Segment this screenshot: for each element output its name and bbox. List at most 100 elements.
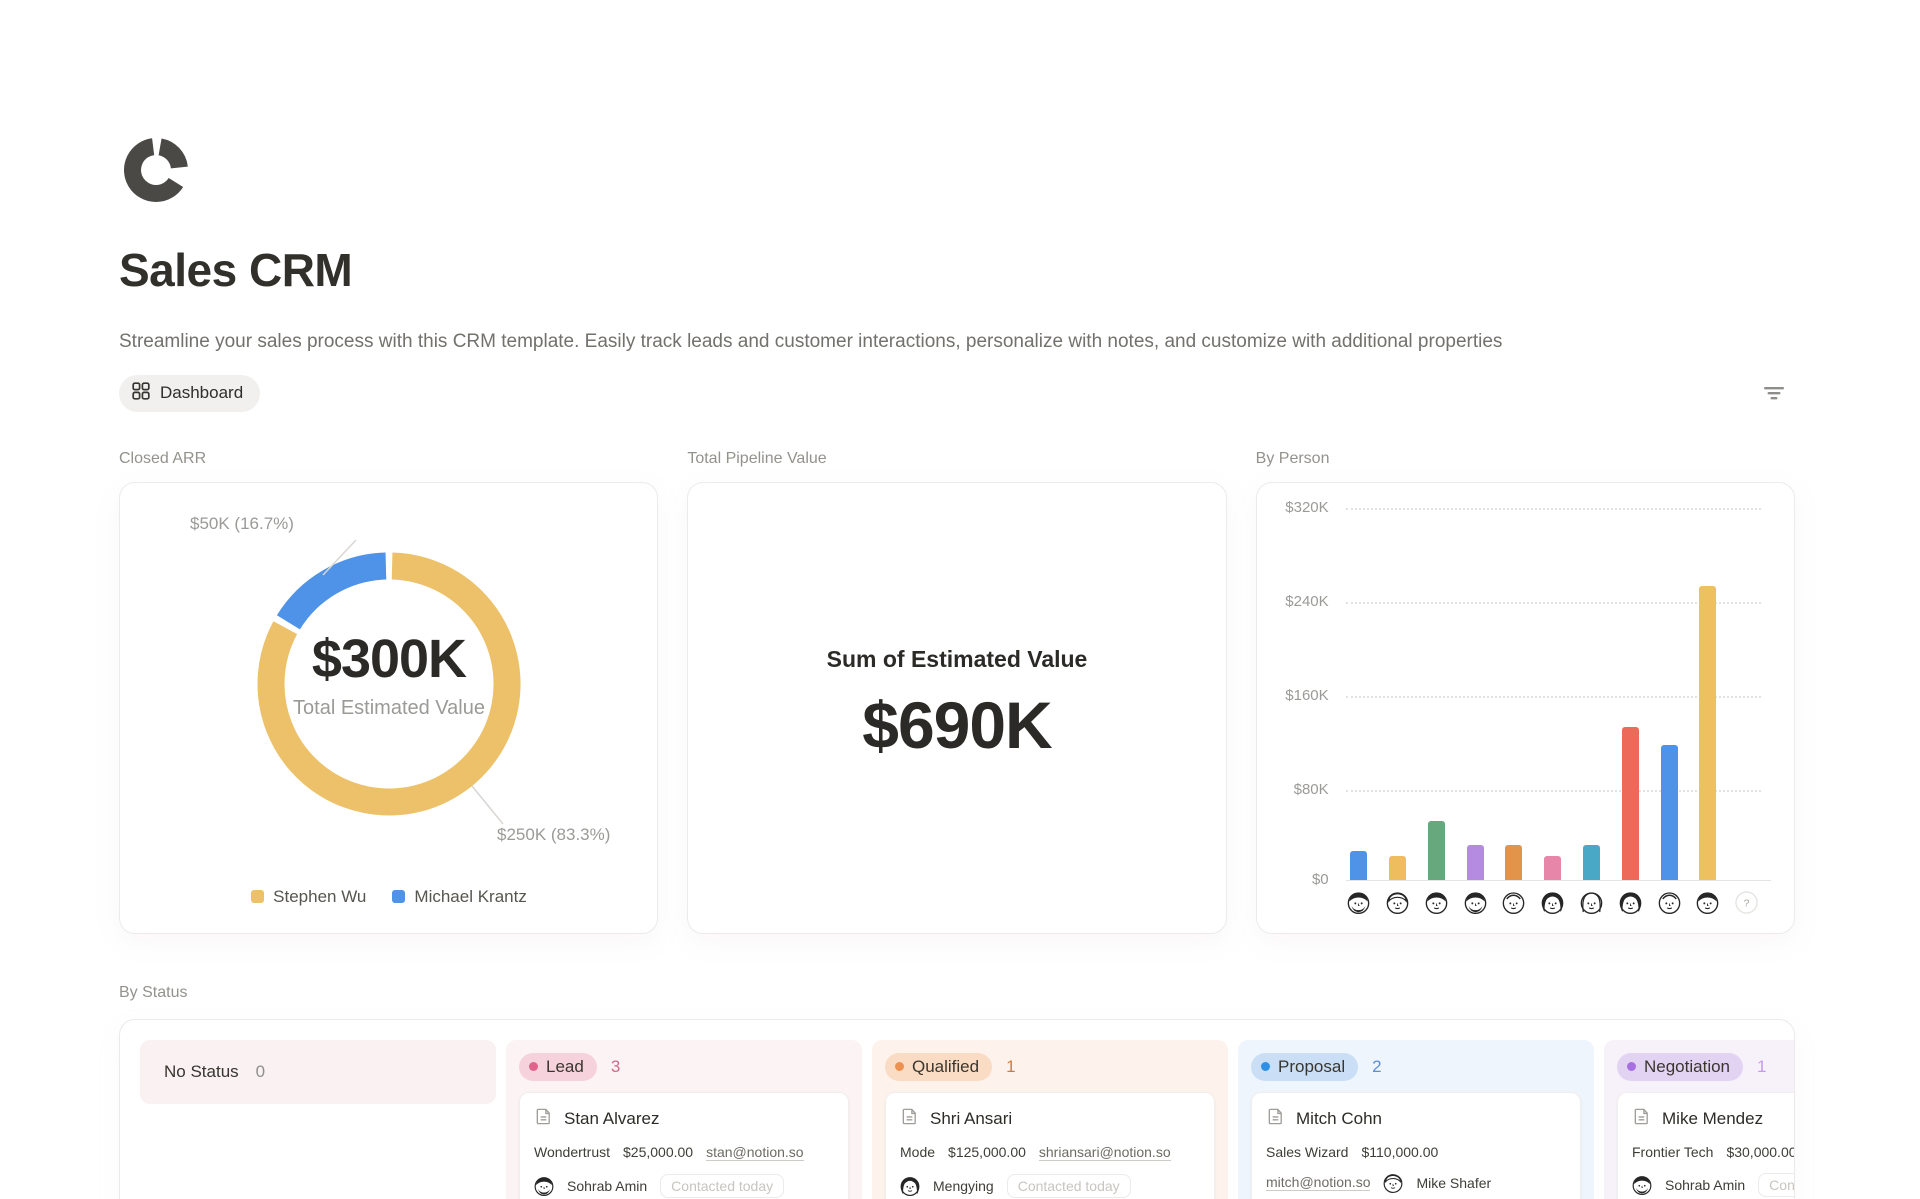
person-avatar [1632, 1175, 1652, 1195]
status-board: No Status 0 Lead 3 [119, 1019, 1795, 1199]
page-description: Streamline your sales process with this … [119, 330, 1795, 354]
legend-swatch [251, 890, 264, 903]
column-count: 1 [1757, 1057, 1766, 1077]
tab-dashboard-label: Dashboard [160, 383, 243, 403]
bar-person-7[interactable] [1583, 845, 1600, 880]
person-avatar [1696, 891, 1719, 914]
card-person: Mengying [933, 1178, 994, 1194]
card-email-link[interactable]: mitch@notion.so [1266, 1174, 1370, 1191]
card-stan-alvarez[interactable]: Stan Alvarez Wondertrust $25,000.00 stan… [519, 1092, 849, 1199]
x-axis-baseline [1346, 880, 1771, 881]
card-contacted-pill[interactable]: Contacted today [1758, 1173, 1795, 1197]
card-email-link[interactable]: shriansari@notion.so [1039, 1144, 1171, 1161]
dashboard-grid-icon [132, 382, 150, 405]
pipeline-label: Total Pipeline Value [687, 450, 1226, 468]
status-pill-label: Negotiation [1644, 1057, 1730, 1077]
person-avatar [534, 1176, 554, 1196]
card-company: Sales Wizard [1266, 1144, 1348, 1160]
pipeline-metric-label: Sum of Estimated Value [688, 646, 1225, 673]
bar-person-5[interactable] [1505, 845, 1522, 880]
status-dot [1261, 1062, 1270, 1071]
person-avatar [1541, 891, 1564, 914]
card-mitch-cohn[interactable]: Mitch Cohn Sales Wizard $110,000.00 mitc… [1251, 1092, 1581, 1199]
bar-person-8[interactable] [1622, 727, 1639, 880]
donut-callout-large: $250K (83.3%) [497, 825, 610, 845]
donut-legend: Stephen Wu Michael Krantz [120, 887, 658, 907]
status-dot [529, 1062, 538, 1071]
y-tick: $320K [1257, 499, 1329, 516]
page-title: Sales CRM [119, 243, 1795, 298]
y-tick: $160K [1257, 687, 1329, 704]
card-title: Stan Alvarez [564, 1109, 659, 1129]
closed-arr-section: Closed ARR $50K (16.7%) $250K (83.3%) $3… [119, 450, 658, 934]
status-pill-proposal[interactable]: Proposal [1251, 1053, 1358, 1081]
card-value: $110,000.00 [1361, 1144, 1438, 1160]
person-avatar [1464, 891, 1487, 914]
column-count: 2 [1372, 1057, 1381, 1077]
card-contacted-pill[interactable]: Contacted today [1007, 1174, 1131, 1198]
bar-person-3[interactable] [1428, 821, 1445, 880]
bar-person-4[interactable] [1467, 845, 1484, 880]
bar-person-6[interactable] [1544, 856, 1561, 880]
card-title: Shri Ansari [930, 1109, 1012, 1129]
closed-arr-card[interactable]: $50K (16.7%) $250K (83.3%) $300K Total E… [119, 482, 658, 934]
by-person-section: By Person $320K $240K $160K $80K $0 ? [1256, 450, 1795, 934]
card-person: Sohrab Amin [1665, 1177, 1745, 1193]
column-count: 3 [611, 1057, 620, 1077]
legend-item-michael-krantz[interactable]: Michael Krantz [392, 887, 526, 907]
column-count: 1 [1006, 1057, 1015, 1077]
closed-arr-label: Closed ARR [119, 450, 658, 468]
card-person: Mike Shafer [1416, 1175, 1491, 1191]
by-person-card[interactable]: $320K $240K $160K $80K $0 ? [1256, 482, 1795, 934]
legend-label: Stephen Wu [273, 887, 366, 907]
pipeline-metric-value: $690K [688, 687, 1225, 763]
card-mike-mendez[interactable]: Mike Mendez Frontier Tech $30,000.00 Soh… [1617, 1092, 1795, 1199]
bar-person-2[interactable] [1389, 856, 1406, 880]
legend-item-stephen-wu[interactable]: Stephen Wu [251, 887, 366, 907]
app-logo-donut-icon [119, 133, 193, 207]
pipeline-card[interactable]: Sum of Estimated Value $690K [687, 482, 1226, 934]
legend-swatch [392, 890, 405, 903]
person-avatar [1386, 891, 1409, 914]
donut-segment-michael-krantz [288, 566, 386, 622]
by-person-label: By Person [1256, 450, 1795, 468]
donut-callout-small: $50K (16.7%) [190, 514, 294, 534]
card-shri-ansari[interactable]: Shri Ansari Mode $125,000.00 shriansari@… [885, 1092, 1215, 1199]
status-pill-label: Qualified [912, 1057, 979, 1077]
status-pill-negotiation[interactable]: Negotiation [1617, 1053, 1743, 1081]
filter-icon[interactable] [1763, 385, 1785, 401]
status-pill-label: Proposal [1278, 1057, 1345, 1077]
svg-text:?: ? [1744, 897, 1750, 909]
status-pill-qualified[interactable]: Qualified [885, 1053, 992, 1081]
bar-person-9[interactable] [1661, 745, 1678, 880]
y-tick: $240K [1257, 593, 1329, 610]
card-value: $25,000.00 [623, 1144, 693, 1160]
card-email-link[interactable]: stan@notion.so [706, 1144, 804, 1161]
bar-person-1[interactable] [1350, 851, 1367, 880]
y-tick: $0 [1257, 871, 1329, 888]
status-pill-lead[interactable]: Lead [519, 1053, 597, 1081]
person-avatar [1502, 891, 1525, 914]
card-company: Frontier Tech [1632, 1144, 1713, 1160]
person-avatar [1658, 891, 1681, 914]
pipeline-section: Total Pipeline Value Sum of Estimated Va… [687, 450, 1226, 934]
page-icon [900, 1107, 919, 1131]
page-icon [1266, 1107, 1285, 1131]
person-avatar [1425, 891, 1448, 914]
bar-person-10[interactable] [1699, 586, 1716, 880]
column-qualified: Qualified 1 Shri Ansari Mode $125, [872, 1040, 1228, 1199]
person-avatar [1580, 891, 1603, 914]
y-tick: $80K [1257, 781, 1329, 798]
column-negotiation: Negotiation 1 Mike Mendez Frontier Tech [1604, 1040, 1795, 1199]
card-contacted-pill[interactable]: Contacted today [660, 1174, 784, 1198]
status-dot [895, 1062, 904, 1071]
card-person: Sohrab Amin [567, 1178, 647, 1194]
tab-dashboard[interactable]: Dashboard [119, 375, 260, 412]
card-company: Mode [900, 1144, 935, 1160]
column-no-status[interactable]: No Status 0 [140, 1040, 496, 1104]
page-icon [1632, 1107, 1651, 1131]
card-value: $125,000.00 [948, 1144, 1026, 1160]
legend-label: Michael Krantz [414, 887, 526, 907]
card-company: Wondertrust [534, 1144, 610, 1160]
unassigned-avatar: ? [1735, 891, 1758, 914]
